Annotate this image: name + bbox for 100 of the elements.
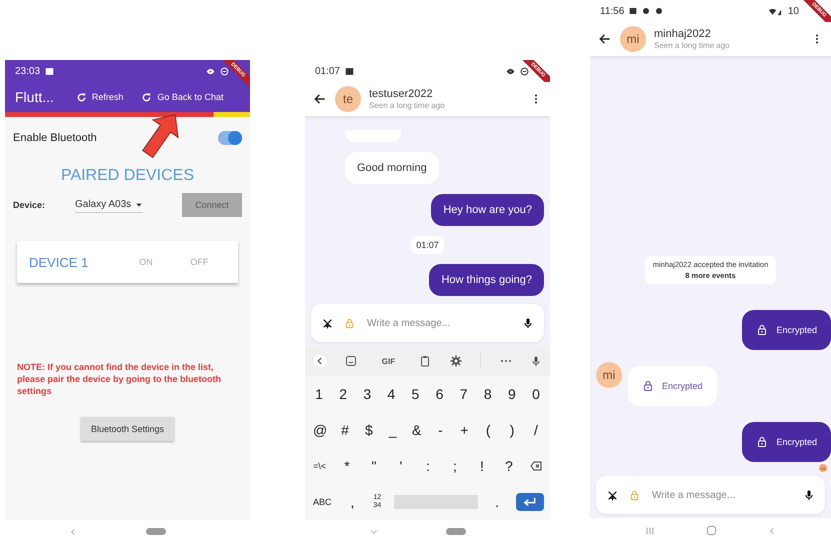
microphone-icon[interactable] [522,316,534,330]
note-text: NOTE: If you cannot find the device in the list, please pair the device by going to the bluetooth settings [16,361,222,397]
app-title: Flutt... [15,89,54,105]
keyboard-key[interactable]: ( [480,420,496,440]
keyboard-key[interactable]: " [366,456,382,476]
keyboard-key[interactable]: @ [311,420,330,440]
toggle-label: Enable Bluetooth [13,132,97,144]
status-time: 23:03 [15,66,40,76]
clipboard-icon[interactable] [419,355,432,367]
more-icon[interactable] [500,358,512,364]
lock-icon [344,318,355,328]
home-pill[interactable] [446,528,466,535]
backspace-icon[interactable] [528,460,544,472]
device-name: DEVICE 1 [29,254,90,270]
keyboard-key[interactable]: ' [392,456,409,476]
message-input[interactable]: Write a message... [365,316,512,330]
keyboard-key[interactable]: ; [446,456,463,476]
attachment-icon[interactable] [606,488,619,502]
keyboard-key[interactable]: 9 [504,384,520,404]
back-arrow-icon[interactable] [598,32,612,46]
recent-apps-icon[interactable] [645,526,656,536]
keyboard-key[interactable]: ) [504,420,520,440]
contact-name: testuser2022 [369,88,434,100]
chevron-left-icon[interactable] [313,354,327,368]
keyboard-key[interactable]: . [489,492,506,512]
status-time: 01:07 [315,66,340,76]
device-label: Device: [13,200,46,210]
lock-icon [756,436,768,448]
gif-button[interactable]: GIF [376,356,402,366]
keyboard-key[interactable]: / [528,420,544,440]
bluetooth-toggle[interactable] [218,131,242,145]
image-icon [629,7,638,15]
refresh-icon [141,92,152,102]
back-arrow-icon[interactable] [313,92,327,106]
lock-icon [629,490,640,500]
do-not-disturb-icon [220,66,229,76]
keyboard-key[interactable]: =\< [311,459,328,473]
message-bubble: Encrypted [742,422,831,462]
lock-icon [642,380,654,392]
keyboard-key[interactable]: ! [474,456,490,476]
avatar: te [335,86,361,112]
section-heading: PAIRED DEVICES [60,167,196,185]
wifi-signal-icon [766,6,783,16]
keyboard-key[interactable]: : [420,456,436,476]
eye-icon [206,66,215,76]
keyboard-key[interactable]: 1 [311,384,327,404]
keyboard-key[interactable]: $ [360,420,377,440]
microphone-icon[interactable] [530,354,542,368]
timestamp: 01:07 [411,236,444,254]
keyboard-key[interactable]: ? [500,456,517,476]
attachment-icon[interactable] [321,316,334,330]
lock-icon [756,324,768,336]
do-not-disturb-icon [520,66,529,76]
settings-icon[interactable] [450,355,462,367]
message-bubble: Encrypted [628,366,717,406]
dropdown-caret-icon [135,200,144,208]
keyboard-key[interactable]: * [339,456,355,476]
enter-key[interactable] [516,493,544,511]
message-input[interactable]: Write a message... [650,488,793,502]
device-dropdown[interactable]: Galaxy A03s [75,197,144,213]
app-bar-action[interactable]: Go Back to Chat [139,90,226,104]
keyboard-key[interactable]: _ [384,420,401,440]
keyboard-key[interactable]: 3 [359,384,376,404]
sticker-icon[interactable] [345,355,358,367]
enter-icon [523,497,537,507]
avatar: mi [596,362,622,388]
status-time: 11:56 [600,6,624,16]
avatar: mi [620,26,646,52]
message-bubble: How things going? [429,264,544,296]
contact-name: minhaj2022 [654,28,712,40]
home-pill[interactable] [146,528,166,535]
bluetooth-settings-button[interactable]: Bluetooth Settings [80,417,174,441]
contact-status: Seen a long time ago [654,41,731,50]
message-bubble: Hey how are you? [431,194,544,226]
battery-percent: 10 [788,6,799,16]
keyboard-key[interactable]: - [432,420,449,440]
back-nav-icon[interactable] [69,526,78,536]
message-bubble: Good morning [345,152,439,184]
keyboard-key[interactable]: 7 [456,384,472,404]
keyboard-key[interactable]: # [337,420,354,440]
keyboard-key[interactable]: 8 [480,384,496,404]
app-bar-action[interactable]: Refresh [74,90,126,104]
microphone-icon[interactable] [803,488,815,502]
contact-status: Seen a long time ago [369,101,446,110]
home-icon[interactable] [706,525,717,536]
back-nav-icon[interactable] [768,526,776,536]
keyboard-key[interactable]: , [344,492,360,512]
keyboard-key[interactable]: 0 [528,384,544,404]
keyboard-key[interactable]: ABC [311,495,334,509]
keyboard-key[interactable]: & [408,420,425,440]
refresh-icon [76,92,87,102]
eye-icon [506,66,515,76]
message-bubble: Encrypted [742,310,831,350]
image-icon [345,66,354,76]
image-icon [45,66,54,76]
keyboard-key[interactable]: 4 [383,384,400,404]
keyboard-key[interactable]: 6 [432,384,448,404]
keyboard-key[interactable]: 5 [407,384,424,404]
keyboard-key[interactable]: + [456,420,472,440]
keyboard-key[interactable]: 2 [335,384,352,404]
